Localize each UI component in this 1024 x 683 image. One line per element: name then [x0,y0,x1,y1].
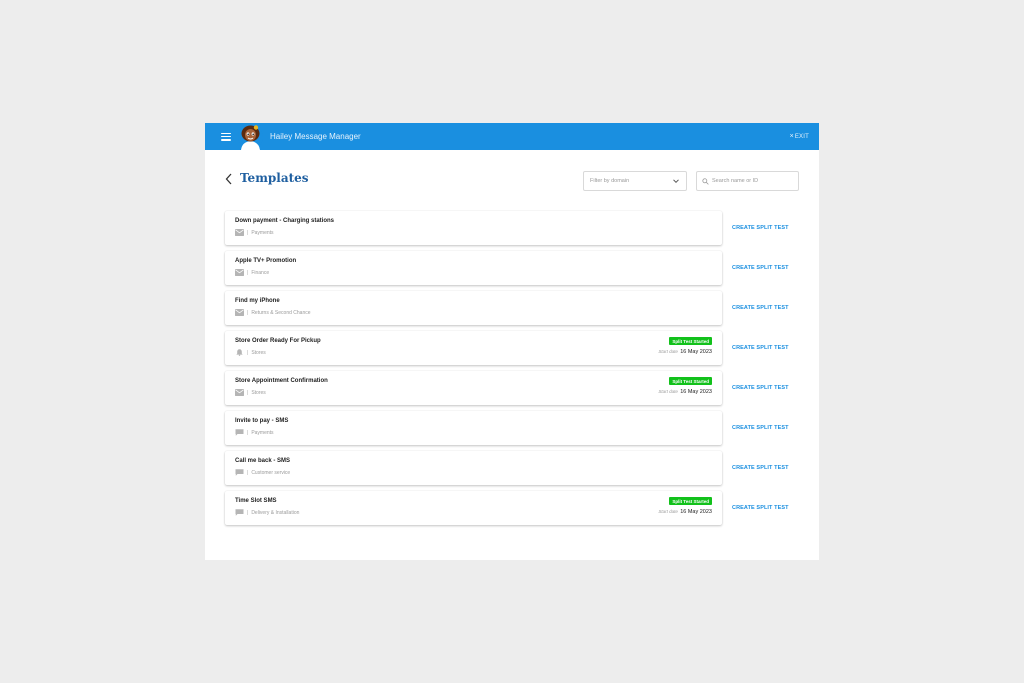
create-split-test-button[interactable]: CREATE SPLIT TEST [732,225,789,231]
top-bar: Hailey Message Manager ×EXIT [205,123,819,150]
meta-separator: | [247,229,249,236]
search-box [696,171,799,191]
page-title: Templates [240,171,309,185]
template-row: Invite to pay - SMS | Payments CREATE SPL… [225,411,801,445]
template-meta: | Finance [235,269,712,276]
create-split-test-button[interactable]: CREATE SPLIT TEST [732,265,789,271]
template-domain: Payments [251,429,274,436]
app-window: Hailey Message Manager ×EXIT Templates F… [205,123,819,560]
create-split-test-button[interactable]: CREATE SPLIT TEST [732,305,789,311]
email-icon [235,389,244,396]
email-icon [235,269,244,276]
meta-separator: | [247,429,249,436]
start-date-value: 16 May 2023 [680,389,712,395]
template-meta: | Stores [235,349,712,356]
template-meta: | Payments [235,229,712,236]
search-input[interactable] [712,178,792,184]
domain-filter-placeholder: Filter by domain [590,178,630,184]
create-split-test-button[interactable]: CREATE SPLIT TEST [732,345,789,351]
template-list: Down payment - Charging stations | Paymen… [225,211,801,531]
template-card[interactable]: Invite to pay - SMS | Payments [225,411,722,445]
template-domain: Delivery & Installation [251,509,300,516]
chat-icon [235,469,244,476]
meta-separator: | [247,509,249,516]
start-date-info: Start date 16 May 2023 [658,509,712,515]
app-title: Hailey Message Manager [270,132,361,141]
email-icon [235,229,244,236]
start-date-label: Start date [658,509,678,514]
template-name: Store Order Ready For Pickup [235,338,321,344]
back-arrow-icon[interactable] [224,173,234,185]
template-meta: | Payments [235,429,712,436]
template-row: Call me back - SMS | Customer service CRE… [225,451,801,485]
template-domain: Customer service [251,469,291,476]
template-domain: Payments [251,229,274,236]
email-icon [235,309,244,316]
start-date-info: Start date 16 May 2023 [658,389,712,395]
template-name: Apple TV+ Promotion [235,258,297,264]
template-card[interactable]: Call me back - SMS | Customer service [225,451,722,485]
bell-icon [236,349,243,356]
template-name: Time Slot SMS [235,498,277,504]
create-split-test-button[interactable]: CREATE SPLIT TEST [732,505,789,511]
chat-icon [235,509,244,516]
template-meta: | Stores [235,389,712,396]
template-domain: Stores [251,349,266,356]
template-name: Call me back - SMS [235,458,291,464]
template-card[interactable]: Time Slot SMS | Delivery & Installation S… [225,491,722,525]
close-icon: × [789,133,794,140]
template-card[interactable]: Find my iPhone | Returns & Second Chance [225,291,722,325]
template-name: Find my iPhone [235,298,280,304]
start-date-label: Start date [658,349,678,354]
create-split-test-button[interactable]: CREATE SPLIT TEST [732,465,789,471]
template-meta: | Returns & Second Chance [235,309,712,316]
create-split-test-button[interactable]: CREATE SPLIT TEST [732,425,789,431]
create-split-test-button[interactable]: CREATE SPLIT TEST [732,385,789,391]
avatar [238,124,263,150]
meta-separator: | [247,389,249,396]
template-name: Store Appointment Confirmation [235,378,328,384]
template-domain: Finance [251,269,270,276]
template-meta: | Customer service [235,469,712,476]
template-name: Invite to pay - SMS [235,418,289,424]
meta-separator: | [247,469,249,476]
template-card[interactable]: Store Appointment Confirmation | Stores S… [225,371,722,405]
chat-icon [235,429,244,436]
template-card[interactable]: Down payment - Charging stations | Paymen… [225,211,722,245]
template-domain: Stores [251,389,266,396]
exit-label: EXIT [794,134,809,140]
start-date-value: 16 May 2023 [680,509,712,515]
start-date-label: Start date [658,389,678,394]
status-badge: Split Test Started [669,337,712,345]
template-name: Down payment - Charging stations [235,218,335,224]
template-row: Find my iPhone | Returns & Second Chance … [225,291,801,325]
meta-separator: | [247,349,249,356]
template-row: Store Appointment Confirmation | Stores S… [225,371,801,405]
status-badge: Split Test Started [669,377,712,385]
start-date-value: 16 May 2023 [680,349,712,355]
template-row: Down payment - Charging stations | Paymen… [225,211,801,245]
hamburger-menu-icon[interactable] [221,132,231,141]
template-card[interactable]: Store Order Ready For Pickup | Stores Spl… [225,331,722,365]
template-domain: Returns & Second Chance [251,309,311,316]
template-row: Apple TV+ Promotion | Finance CREATE SPLI… [225,251,801,285]
meta-separator: | [247,269,249,276]
search-icon [702,177,709,185]
exit-button[interactable]: ×EXIT [790,133,809,140]
template-row: Store Order Ready For Pickup | Stores Spl… [225,331,801,365]
meta-separator: | [247,309,249,316]
chevron-down-icon [673,179,679,184]
status-badge: Split Test Started [669,497,712,505]
template-meta: | Delivery & Installation [235,509,712,516]
template-row: Time Slot SMS | Delivery & Installation S… [225,491,801,525]
template-card[interactable]: Apple TV+ Promotion | Finance [225,251,722,285]
start-date-info: Start date 16 May 2023 [658,349,712,355]
domain-filter-select[interactable]: Filter by domain [583,171,687,191]
